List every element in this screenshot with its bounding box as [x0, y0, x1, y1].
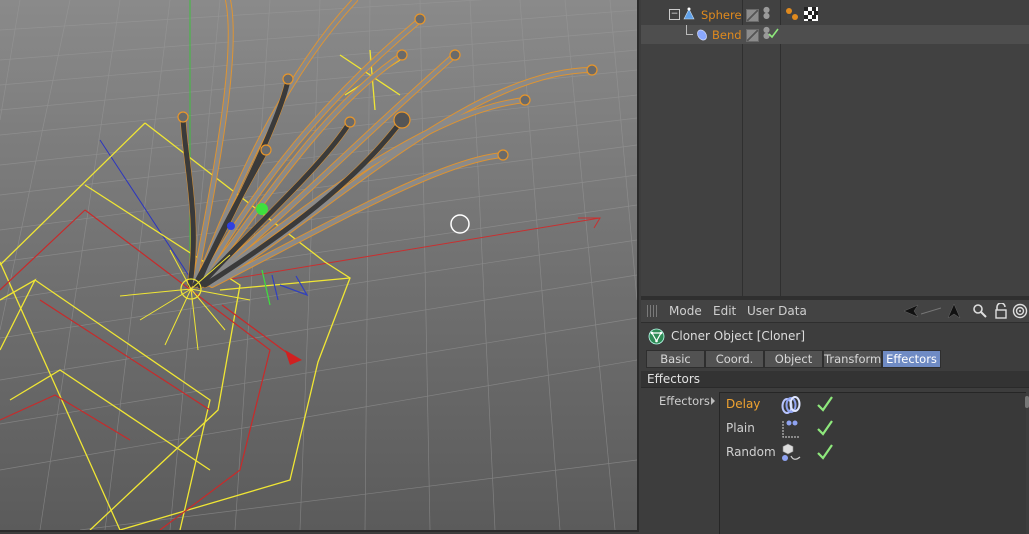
random-effector-icon [782, 443, 801, 461]
scrollbar-knob[interactable] [1025, 396, 1029, 408]
list-item-plain[interactable]: Plain [720, 418, 1026, 440]
visibility-dots-icon[interactable]: ● ● [763, 6, 770, 20]
cloner-object-icon [648, 328, 665, 345]
panel-grip-icon[interactable] [647, 305, 659, 317]
sphere-object-icon [683, 7, 695, 20]
search-icon[interactable] [972, 303, 988, 319]
effectors-list[interactable]: Delay Plain Random [719, 392, 1026, 534]
back-arrow-icon[interactable] [903, 303, 919, 319]
list-item-random[interactable]: Random [720, 442, 1026, 464]
viewport-scene [0, 0, 637, 530]
layer-toggle-icon[interactable] [746, 29, 759, 42]
history-line-icon [921, 307, 941, 315]
tab-coord[interactable]: Coord. [705, 350, 764, 368]
target-icon[interactable] [1012, 303, 1028, 319]
tab-basic[interactable]: Basic [646, 350, 705, 368]
material-tag-icon[interactable] [785, 7, 799, 21]
tab-transform[interactable]: Transform [823, 350, 882, 368]
object-title: Cloner Object [Cloner] [671, 329, 806, 343]
enabled-check-icon[interactable] [816, 419, 834, 437]
enabled-check-icon[interactable] [768, 28, 779, 39]
bend-deformer-icon [697, 29, 707, 41]
plain-effector-icon [782, 420, 800, 438]
visibility-dots-icon[interactable]: ● ● [763, 26, 770, 40]
delay-effector-icon [781, 396, 801, 414]
object-row-sphere[interactable]: − Sphere ● ● [641, 5, 1029, 24]
tree-connector [686, 25, 693, 35]
section-header: Effectors [641, 371, 1029, 388]
menu-mode[interactable]: Mode [669, 304, 702, 318]
effector-name[interactable]: Random [726, 445, 776, 459]
expand-arrow-icon[interactable] [711, 397, 715, 405]
tab-effectors[interactable]: Effectors [882, 350, 941, 368]
tab-object[interactable]: Object [764, 350, 823, 368]
object-row-bend[interactable]: Bend ● ● [641, 25, 1029, 44]
list-item-delay[interactable]: Delay [720, 394, 1026, 416]
3d-viewport[interactable] [0, 0, 639, 532]
object-name[interactable]: Sphere [701, 8, 742, 22]
effectors-field-label: Effectors [659, 394, 710, 408]
enabled-check-icon[interactable] [816, 395, 834, 413]
lock-icon[interactable] [993, 303, 1009, 319]
effector-name[interactable]: Plain [726, 421, 755, 435]
texture-tag-icon[interactable] [804, 7, 818, 21]
menu-edit[interactable]: Edit [713, 304, 736, 318]
cursor-circle [450, 214, 470, 234]
collapse-box-icon[interactable]: − [669, 9, 680, 20]
up-arrow-icon[interactable] [946, 303, 962, 319]
layer-toggle-icon[interactable] [746, 9, 759, 22]
attribute-manager: Mode Edit User Data Cloner Object [Clone… [641, 300, 1029, 534]
attribute-menu-bar: Mode Edit User Data [641, 300, 1029, 323]
bend-deformer-cage [0, 49, 401, 530]
section-title: Effectors [647, 372, 701, 386]
menu-user-data[interactable]: User Data [747, 304, 807, 318]
enabled-check-icon[interactable] [816, 443, 834, 461]
object-manager: − Sphere ● ● Bend ● ● [641, 0, 1029, 296]
effector-name[interactable]: Delay [726, 397, 760, 411]
object-name[interactable]: Bend [712, 28, 742, 42]
